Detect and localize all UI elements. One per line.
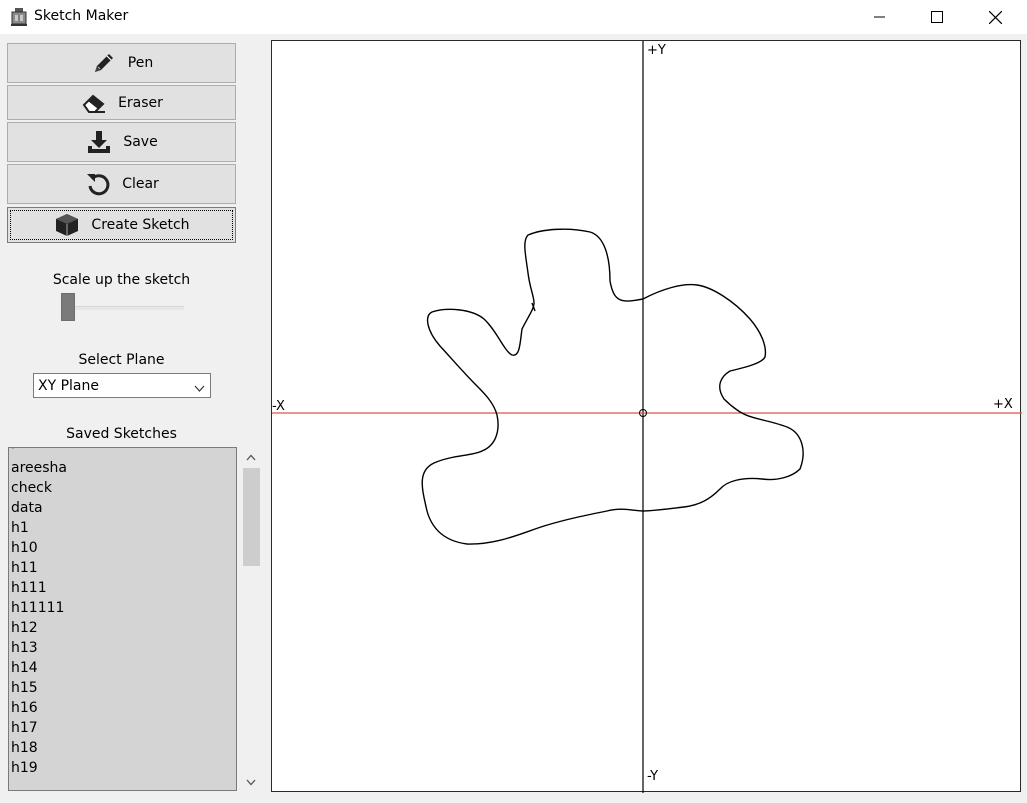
plane-select[interactable]: XY Plane [33,373,211,398]
list-item[interactable]: areesha [9,458,236,478]
create-sketch-label: Create Sketch [91,217,190,233]
minimize-button[interactable] [851,0,909,34]
list-item[interactable]: h10 [9,538,236,558]
chevron-up-icon [246,454,256,461]
close-icon [988,10,1002,24]
neg-x-label: -X [272,399,285,414]
undo-icon [84,170,112,198]
saved-sketches-list[interactable]: ' areesha check data h1 h10 h11 h111 h11… [8,447,237,791]
list-item[interactable]: h11111 [9,598,236,618]
scale-slider-track[interactable] [62,306,184,310]
sketch-svg [272,41,1022,793]
scroll-up-button[interactable] [241,449,261,466]
list-item[interactable]: h18 [9,738,236,758]
title-bar: Sketch Maker [0,0,1027,34]
saved-sketches-label: Saved Sketches [66,426,177,442]
list-item[interactable]: h17 [9,718,236,738]
minimize-icon [874,16,885,18]
clear-button[interactable]: Clear [7,164,236,204]
list-item[interactable]: h13 [9,638,236,658]
sketch-outline [421,228,804,545]
list-item[interactable]: h16 [9,698,236,718]
list-item[interactable]: ' [9,448,236,458]
close-button[interactable] [966,0,1024,34]
chevron-down-icon [246,779,256,786]
cube-icon [53,211,81,239]
app-window: Sketch Maker Pen Eraser Save Clear Creat… [0,0,1027,803]
eraser-button[interactable]: Eraser [7,85,236,120]
sketch-canvas[interactable]: +Y -Y +X -X [271,40,1022,793]
window-title: Sketch Maker [34,8,129,24]
eraser-label: Eraser [118,94,163,111]
scale-label: Scale up the sketch [52,272,191,288]
create-sketch-button[interactable]: Create Sketch [7,207,236,243]
scroll-down-button[interactable] [241,774,261,791]
save-label: Save [123,134,158,150]
list-item[interactable]: data [9,498,236,518]
plane-label: Select Plane [78,352,165,368]
list-item[interactable]: h19 [9,758,236,778]
list-item[interactable]: check [9,478,236,498]
pen-label: Pen [127,55,154,71]
pos-y-label: +Y [647,43,666,58]
pen-button[interactable]: Pen [7,43,236,83]
app-icon [9,7,29,27]
list-item[interactable]: h15 [9,678,236,698]
plane-select-value: XY Plane [38,377,99,394]
download-icon [85,128,113,156]
list-item[interactable]: h14 [9,658,236,678]
clear-label: Clear [122,176,159,192]
list-scrollbar[interactable] [241,447,261,791]
list-item[interactable]: h111 [9,578,236,598]
scale-slider-thumb[interactable] [61,293,75,321]
pos-x-label: +X [993,397,1013,412]
scroll-thumb[interactable] [243,468,260,566]
list-item[interactable]: h12 [9,618,236,638]
maximize-button[interactable] [908,0,966,34]
pen-icon [90,49,118,77]
window-right-edge [1023,40,1027,800]
maximize-icon [931,11,943,23]
save-button[interactable]: Save [7,122,236,162]
list-item[interactable]: h11 [9,558,236,578]
list-item[interactable]: h1 [9,518,236,538]
neg-y-label: -Y [647,769,659,784]
eraser-icon [80,89,108,117]
chevron-down-icon [194,381,205,397]
